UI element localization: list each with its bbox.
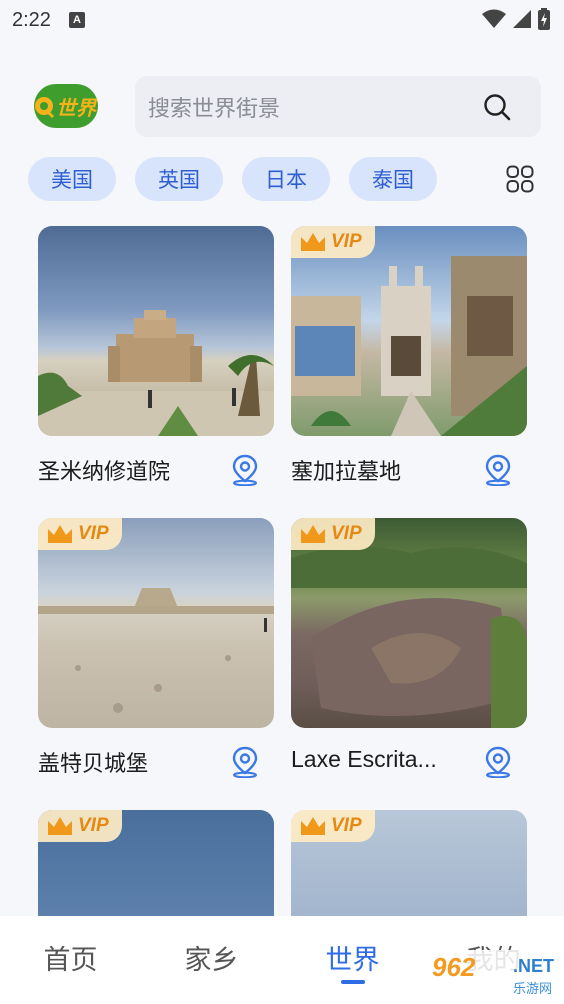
place-card[interactable]: VIP 塞加拉墓地 (291, 226, 527, 486)
place-title: Laxe Escrita... (291, 746, 437, 772)
crown-icon (301, 525, 325, 543)
vip-label: VIP (331, 523, 362, 544)
category-chip[interactable]: 英国 (135, 157, 223, 201)
status-icons (482, 8, 550, 30)
category-chip[interactable]: 日本 (242, 157, 330, 201)
place-card[interactable]: VIP Laxe Escrita... (291, 518, 527, 778)
vip-label: VIP (331, 815, 362, 836)
status-bar: 2:22 A (0, 0, 564, 40)
vip-label: VIP (78, 523, 109, 544)
status-time: 2:22 (12, 8, 51, 31)
place-title: 圣米纳修道院 (38, 460, 171, 485)
logo-text: 世界 (56, 96, 98, 120)
app-logo[interactable]: 世界 (32, 82, 100, 130)
notification-icon: A (68, 12, 85, 28)
nav-world[interactable]: 世界 (282, 916, 423, 1004)
search-icon[interactable] (483, 93, 511, 121)
nav-label: 首页 (43, 945, 98, 976)
nav-label: 世界 (325, 945, 380, 976)
nav-hometown[interactable]: 家乡 (141, 916, 282, 1004)
search-placeholder: 搜索世界街景 (148, 96, 281, 122)
category-chip[interactable]: 泰国 (349, 157, 437, 201)
battery-icon (538, 8, 550, 30)
place-thumbnail[interactable]: VIP (291, 518, 527, 728)
crown-icon (301, 233, 325, 251)
nav-home[interactable]: 首页 (0, 916, 141, 1004)
location-pin-icon[interactable] (483, 454, 513, 486)
vip-label: VIP (331, 231, 362, 252)
watermark-sub: 乐游网 (512, 982, 552, 997)
vip-badge: VIP (291, 810, 375, 842)
place-title: 盖特贝城堡 (38, 752, 149, 777)
watermark-logo: 962 .NET 乐游网 (426, 950, 560, 1000)
castle-image (38, 310, 274, 436)
place-card[interactable]: VIP 盖特贝城堡 (38, 518, 274, 778)
signal-icon (513, 10, 531, 28)
crown-icon (48, 525, 72, 543)
location-pin-icon[interactable] (230, 746, 260, 778)
wifi-icon (482, 9, 506, 28)
vip-badge: VIP (38, 518, 122, 550)
vip-badge: VIP (291, 518, 375, 550)
nav-label: 家乡 (184, 945, 239, 976)
watermark-main: 962 (432, 952, 476, 982)
place-card[interactable]: 圣米纳修道院 (38, 226, 274, 486)
grid-menu-icon[interactable] (506, 165, 534, 193)
active-indicator (340, 980, 365, 984)
vip-badge: VIP (291, 226, 375, 258)
crown-icon (48, 817, 72, 835)
place-thumbnail[interactable] (38, 226, 274, 436)
app-logo-icon: 世界 (34, 84, 98, 128)
place-title: 塞加拉墓地 (291, 460, 402, 485)
category-chip[interactable]: 美国 (28, 157, 116, 201)
vip-badge: VIP (38, 810, 122, 842)
location-pin-icon[interactable] (483, 746, 513, 778)
category-tabs: 美国 英国 日本 泰国 (28, 157, 437, 201)
crown-icon (301, 817, 325, 835)
place-thumbnail[interactable]: VIP (38, 518, 274, 728)
search-input[interactable]: 搜索世界街景 (135, 76, 541, 137)
watermark-net: .NET (512, 956, 554, 976)
vip-label: VIP (78, 815, 109, 836)
place-thumbnail[interactable]: VIP (291, 226, 527, 436)
location-pin-icon[interactable] (230, 454, 260, 486)
